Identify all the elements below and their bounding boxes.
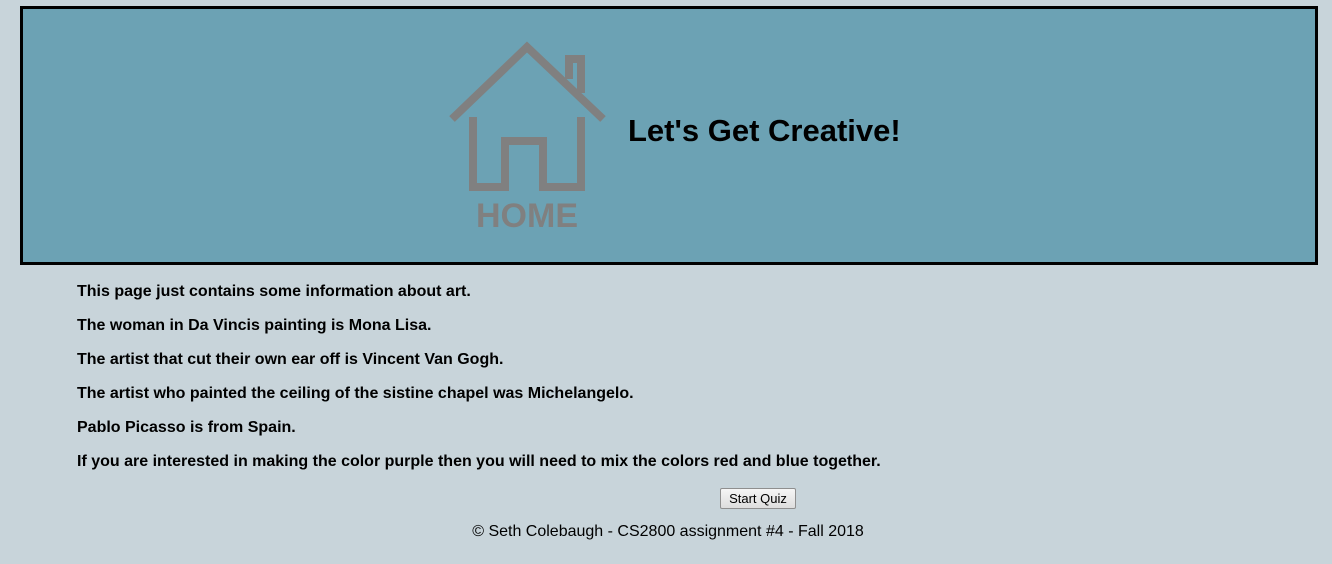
home-logo-link[interactable]: HOME	[447, 37, 611, 233]
page-title: Let's Get Creative!	[628, 113, 901, 148]
start-quiz-button[interactable]: Start Quiz	[720, 488, 796, 509]
fact-van-gogh: The artist that cut their own ear off is…	[77, 351, 504, 368]
fact-intro: This page just contains some information…	[77, 283, 471, 300]
main-content: This page just contains some information…	[77, 280, 1277, 484]
fact-picasso: Pablo Picasso is from Spain.	[77, 419, 296, 436]
footer-copyright: © Seth Colebaugh - CS2800 assignment #4 …	[472, 523, 864, 540]
home-icon: HOME	[449, 41, 606, 233]
header-banner: HOME Let's Get Creative!	[20, 6, 1318, 265]
page: HOME Let's Get Creative! This page just …	[0, 0, 1332, 564]
fact-purple: If you are interested in making the colo…	[77, 453, 881, 470]
home-logo-text: HOME	[476, 197, 578, 233]
fact-michelangelo: The artist who painted the ceiling of th…	[77, 385, 634, 402]
fact-mona-lisa: The woman in Da Vincis painting is Mona …	[77, 317, 432, 334]
